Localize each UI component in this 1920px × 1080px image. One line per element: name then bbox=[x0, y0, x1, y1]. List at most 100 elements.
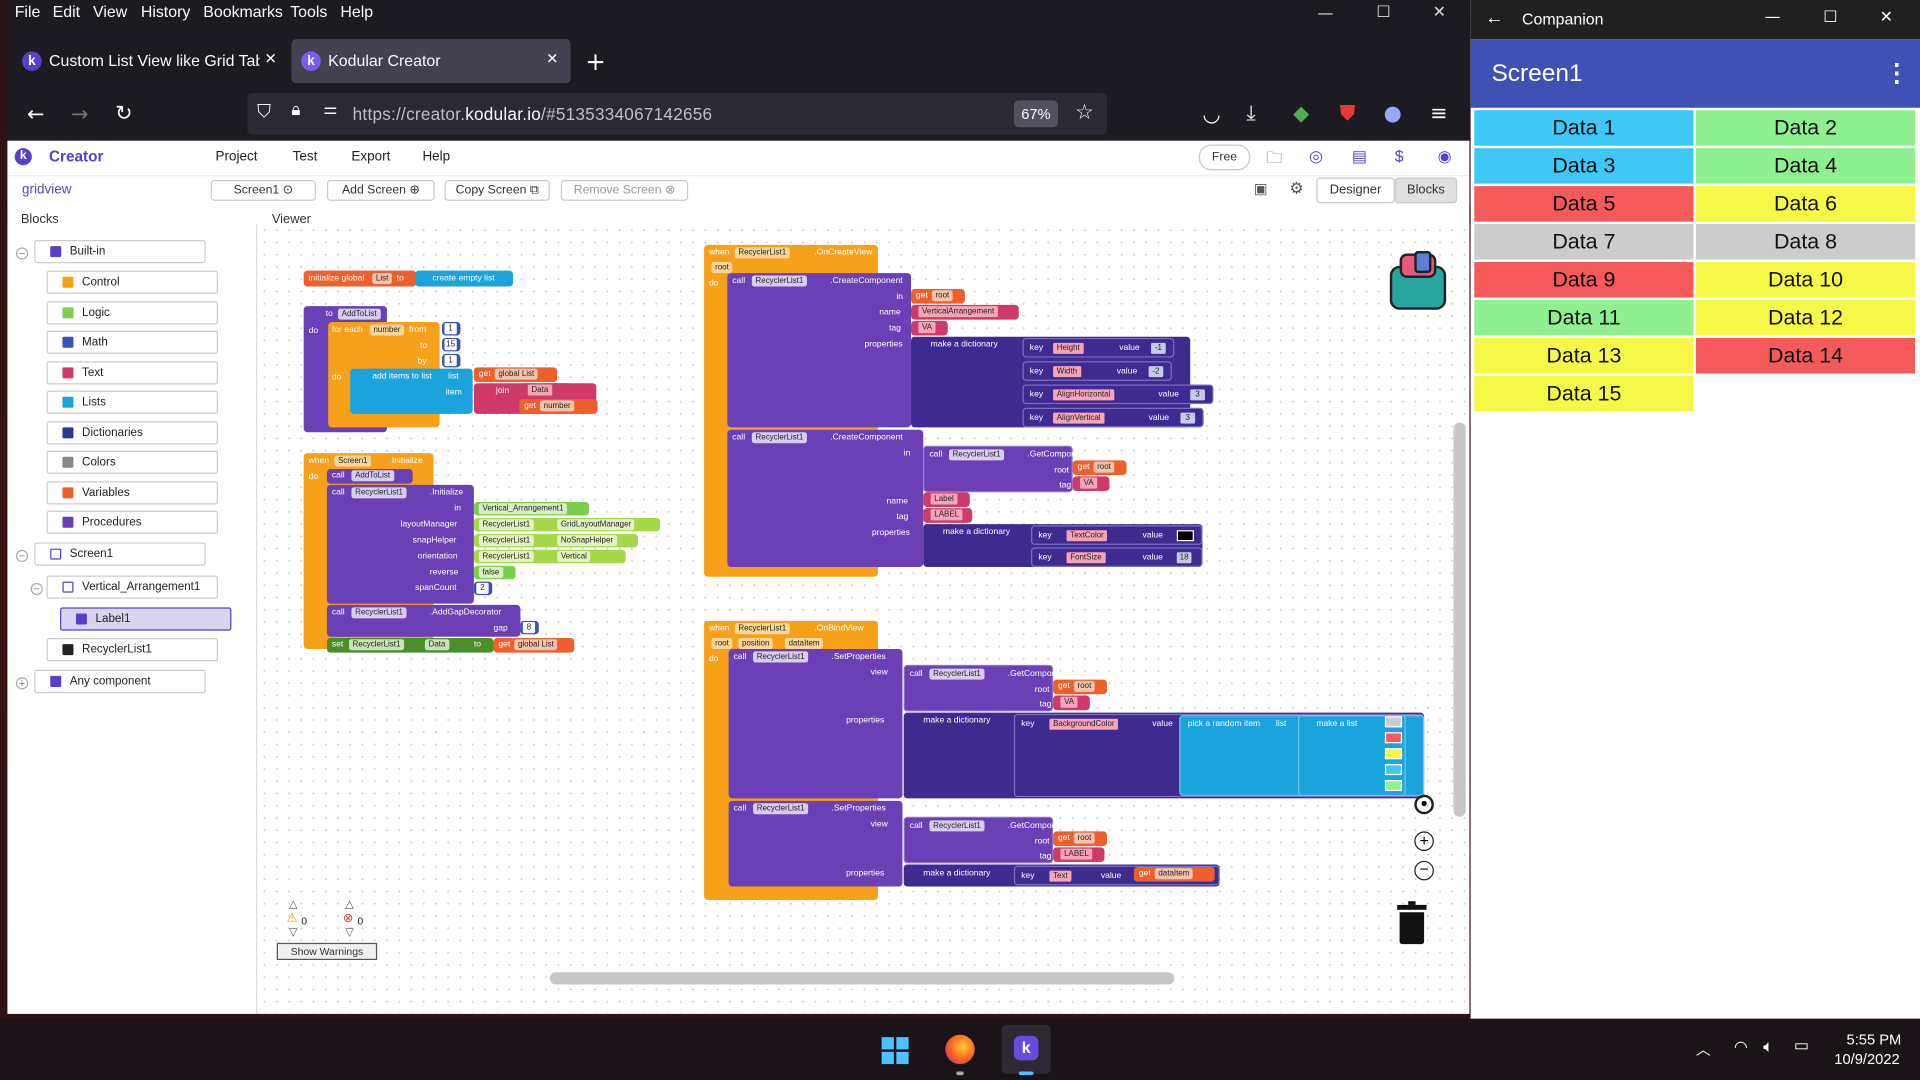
helper-block[interactable]: RecyclerList1 GridLayoutManager bbox=[473, 517, 661, 532]
tree-recyclerlist[interactable]: RecyclerList1 bbox=[46, 637, 218, 662]
number-field[interactable]: 8 bbox=[522, 622, 536, 634]
block-field[interactable]: root bbox=[1073, 680, 1095, 692]
maximize-icon[interactable]: ☐ bbox=[1823, 9, 1837, 27]
block-field[interactable]: position bbox=[738, 637, 774, 649]
windows-start-icon[interactable] bbox=[881, 1037, 909, 1065]
string-field[interactable]: BackgroundColor bbox=[1049, 718, 1119, 730]
helper-block[interactable]: RecyclerList1 Vertical bbox=[473, 549, 626, 564]
create-empty-list-block[interactable]: create empty list bbox=[415, 270, 514, 287]
collapse-toggle-icon[interactable]: − bbox=[30, 582, 43, 596]
recenter-icon[interactable]: ● bbox=[1414, 794, 1434, 815]
tab-custom-list[interactable]: k Custom List View like Grid Table ✕ bbox=[12, 39, 284, 83]
block-field[interactable]: global List bbox=[494, 368, 538, 380]
block-field[interactable]: RecyclerList1 bbox=[929, 820, 985, 832]
minimize-icon[interactable]: — bbox=[1765, 9, 1781, 27]
get-root-block[interactable]: get root bbox=[1053, 679, 1107, 695]
block-field[interactable]: NoSnapHelper bbox=[557, 535, 617, 547]
tree-variables[interactable]: Variables bbox=[46, 481, 218, 505]
show-warnings-button[interactable]: Show Warnings bbox=[276, 942, 378, 961]
tab-close-icon[interactable]: ✕ bbox=[546, 50, 558, 67]
copy-screen-button[interactable]: Copy Screen ⧉ bbox=[444, 180, 550, 201]
block-field[interactable]: Vertical bbox=[557, 551, 591, 563]
menu-view[interactable]: View bbox=[93, 2, 127, 20]
collapse-toggle-icon[interactable]: − bbox=[15, 247, 29, 260]
gear-icon[interactable]: ⚙ bbox=[1289, 179, 1303, 199]
chevron-up-icon[interactable]: ︿ bbox=[1696, 1038, 1711, 1059]
text-block[interactable]: Label bbox=[923, 492, 970, 507]
backpack-icon[interactable] bbox=[1382, 249, 1453, 315]
string-field[interactable]: TextColor bbox=[1066, 530, 1108, 542]
number-block[interactable]: 1 bbox=[442, 322, 461, 336]
hamburger-menu-icon[interactable]: ≡ bbox=[1430, 102, 1447, 126]
volume-icon[interactable]: 🔈︎ bbox=[1763, 1036, 1773, 1057]
string-field[interactable]: Text bbox=[1049, 870, 1072, 882]
text-block[interactable]: Data bbox=[519, 383, 574, 398]
menu-project[interactable]: Project bbox=[216, 149, 258, 164]
block-field[interactable]: RecyclerList1 bbox=[753, 651, 809, 663]
menu-test[interactable]: Test bbox=[293, 149, 318, 164]
block-field[interactable]: Screen1 bbox=[334, 455, 372, 467]
minimize-icon[interactable]: — bbox=[1318, 5, 1334, 23]
string-field[interactable]: VerticalArrangement bbox=[918, 306, 998, 318]
call-procedure-block[interactable]: call AddToList bbox=[326, 468, 413, 484]
get-root-block[interactable]: get root bbox=[911, 288, 965, 304]
number-field[interactable]: 18 bbox=[1176, 552, 1192, 564]
color-gray-swatch[interactable] bbox=[1384, 716, 1403, 728]
trash-icon[interactable] bbox=[1397, 901, 1427, 945]
warning-down-icon[interactable]: ▽ bbox=[289, 926, 297, 939]
download-icon[interactable]: ⤓ bbox=[1247, 102, 1256, 126]
tree-label1[interactable]: Label1 bbox=[60, 607, 232, 631]
get-var-block[interactable]: get dataItem bbox=[1133, 866, 1215, 882]
block-field[interactable]: dataItem bbox=[784, 637, 824, 649]
boolean-block[interactable]: false bbox=[473, 565, 516, 580]
color-black-swatch[interactable] bbox=[1176, 530, 1194, 542]
clock-date[interactable]: 10/9/2022 bbox=[1834, 1051, 1899, 1068]
block-field[interactable]: root bbox=[1093, 461, 1115, 473]
screenshot-icon[interactable]: ▣ bbox=[1254, 180, 1268, 197]
horizontal-scrollbar[interactable] bbox=[549, 972, 1175, 985]
tab-close-icon[interactable]: ✕ bbox=[264, 50, 276, 67]
block-field[interactable]: dataItem bbox=[1154, 868, 1194, 880]
bookmark-star-icon[interactable]: ☆ bbox=[1075, 100, 1094, 124]
pair-block[interactable]: key Width value -2 bbox=[1022, 361, 1172, 381]
block-field[interactable]: RecyclerList1 bbox=[751, 275, 807, 287]
tree-lists[interactable]: Lists bbox=[46, 390, 218, 414]
tree-colors[interactable]: Colors bbox=[46, 450, 218, 474]
text-block[interactable]: VA bbox=[911, 320, 948, 336]
init-global-block[interactable]: initialize global List to bbox=[303, 270, 417, 287]
tree-text[interactable]: Text bbox=[46, 361, 218, 385]
pair-block[interactable]: key TextColor value bbox=[1031, 525, 1203, 545]
menu-file[interactable]: File bbox=[15, 2, 41, 20]
plan-badge[interactable]: Free bbox=[1198, 144, 1251, 171]
string-field[interactable]: AlignVertical bbox=[1053, 412, 1105, 424]
block-field[interactable]: RecyclerList1 bbox=[929, 668, 985, 680]
screen-select[interactable]: Screen1 ⊙ bbox=[210, 180, 316, 201]
maximize-icon[interactable]: ☐ bbox=[1376, 4, 1390, 22]
string-field[interactable]: Width bbox=[1053, 366, 1081, 378]
account-icon[interactable]: ◉ bbox=[1438, 147, 1452, 167]
back-icon[interactable]: ← bbox=[27, 103, 44, 127]
helper-block[interactable]: RecyclerList1 NoSnapHelper bbox=[473, 533, 638, 548]
color-yellow-swatch[interactable] bbox=[1384, 748, 1403, 760]
get-var-block[interactable]: get number bbox=[519, 399, 598, 414]
menu-help[interactable]: Help bbox=[422, 149, 450, 164]
call-gap-block[interactable]: call RecyclerList1 .AddGapDecorator gap bbox=[326, 604, 521, 637]
wifi-icon[interactable]: ◠ bbox=[1734, 1037, 1748, 1057]
block-field[interactable]: RecyclerList1 bbox=[751, 432, 807, 444]
menu-bookmarks[interactable]: Bookmarks bbox=[203, 2, 283, 20]
reload-icon[interactable]: ↻ bbox=[115, 102, 132, 126]
call-initialize-block[interactable]: call RecyclerList1 .Initialize in layout… bbox=[326, 484, 474, 604]
tree-control[interactable]: Control bbox=[46, 270, 218, 294]
docs-icon[interactable]: ▤ bbox=[1352, 147, 1367, 167]
tree-logic[interactable]: Logic bbox=[46, 301, 218, 325]
number-block[interactable]: 8 bbox=[520, 620, 539, 635]
number-field[interactable]: 3 bbox=[1180, 412, 1196, 424]
firefox-taskbar-icon[interactable] bbox=[945, 1034, 975, 1065]
blocks-button[interactable]: Blocks bbox=[1394, 177, 1458, 204]
block-field[interactable]: number bbox=[369, 324, 405, 336]
string-field[interactable]: FontSize bbox=[1066, 552, 1106, 564]
pair-block[interactable]: key FontSize value 18 bbox=[1031, 547, 1203, 567]
dollar-icon[interactable]: $ bbox=[1395, 147, 1404, 165]
number-block[interactable]: 1 bbox=[442, 353, 461, 368]
clock-time[interactable]: 5:55 PM bbox=[1847, 1031, 1902, 1048]
